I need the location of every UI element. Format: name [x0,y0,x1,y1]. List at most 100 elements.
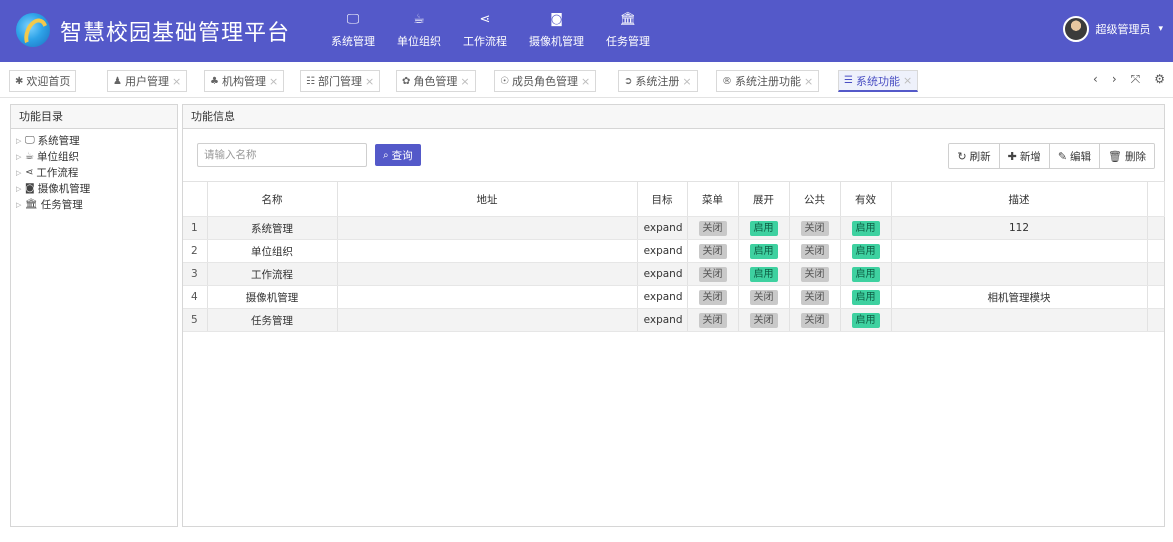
row-filler [1147,285,1164,309]
sign-in-icon: ➲ [624,75,633,87]
row-number: 3 [183,262,208,286]
chevron-left-icon[interactable]: ‹ [1093,72,1098,87]
top-nav-label: 系统管理 [331,35,375,48]
caret-right-icon[interactable]: ▷ [16,133,25,149]
close-icon[interactable]: × [804,75,813,88]
search-row: ⌕ 查询 [197,143,421,167]
tree-node-system[interactable]: ▷ 🖵 系统管理 [11,133,177,149]
column-header[interactable]: 菜单 [687,181,739,217]
tab-label: 欢迎首页 [26,75,71,88]
caret-right-icon[interactable]: ▷ [16,181,25,197]
tab-system-registration-function[interactable]: ® 系统注册功能 × [716,70,820,92]
tab-user-management[interactable]: ♟ 用户管理 × [107,70,188,92]
table-row[interactable]: 5 任务管理 expand 关闭 关闭 关闭 启用 [183,308,1164,332]
edit-icon: ✎ [1057,149,1068,163]
tree-node-task[interactable]: ▷ 🏛 任务管理 [11,197,177,213]
trash-icon: 🗑 [1108,149,1122,163]
top-nav-item-task[interactable]: 🏛 任务管理 [595,0,661,62]
logo-icon [16,13,50,47]
top-nav: 🖵 系统管理 ☕ 单位组织 ⋖ 工作流程 ◙ 摄像机管理 🏛 任务管理 [320,0,661,62]
refresh-button[interactable]: ↻ 刷新 [949,144,1000,168]
gear-icon[interactable]: ⚙ [1154,72,1165,87]
column-header[interactable]: 公共 [789,181,841,217]
column-header[interactable]: 名称 [207,181,338,217]
status-badge: 关闭 [800,243,829,259]
tab-institution-management[interactable]: ♣ 机构管理 × [204,70,285,92]
cell-target: expand [637,262,688,286]
table-header-row: 名称 地址 目标 菜单 展开 公共 有效 描述 [183,181,1165,217]
user-menu[interactable]: 超级管理员 ▾ [1063,16,1163,42]
close-icon[interactable]: × [581,75,590,88]
cell-valid: 启用 [840,285,892,309]
status-badge: 启用 [749,220,778,236]
tab-bar: ✱ 欢迎首页 ♟ 用户管理 × ♣ 机构管理 × ☷ 部门管理 × ✿ 角色管理… [0,62,1173,98]
close-icon[interactable]: × [172,75,181,88]
close-icon[interactable]: × [682,75,691,88]
cell-name: 摄像机管理 [207,285,338,309]
column-header[interactable]: 有效 [840,181,892,217]
tree-node-camera[interactable]: ▷ ◙ 摄像机管理 [11,181,177,197]
fullscreen-icon[interactable]: ⤧ [1131,72,1141,87]
chevron-right-icon[interactable]: › [1112,72,1117,87]
caret-right-icon[interactable]: ▷ [16,165,25,181]
row-number: 4 [183,285,208,309]
tree-node-org[interactable]: ▷ ☕ 单位组织 [11,149,177,165]
list-icon: ☷ [306,75,315,87]
top-nav-item-camera[interactable]: ◙ 摄像机管理 [518,0,595,62]
column-header[interactable]: 展开 [738,181,790,217]
query-button-label: 查询 [391,149,413,162]
caret-right-icon[interactable]: ▷ [16,197,25,213]
registered-icon: ® [722,75,732,87]
table-row[interactable]: 3 工作流程 expand 关闭 启用 关闭 启用 [183,262,1164,286]
function-directory-panel: 功能目录 ▷ 🖵 系统管理 ▷ ☕ 单位组织 ▷ ⋖ 工作流程 ▷ ◙ 摄像机管… [10,104,178,527]
add-button[interactable]: ✚ 新增 [999,144,1050,168]
cell-description [891,262,1148,286]
caret-right-icon[interactable]: ▷ [16,149,25,165]
top-nav-label: 任务管理 [606,35,650,48]
tab-welcome[interactable]: ✱ 欢迎首页 [9,70,77,92]
close-icon[interactable]: × [460,75,469,88]
tab-department-management[interactable]: ☷ 部门管理 × [300,70,381,92]
tree-node-workflow[interactable]: ▷ ⋖ 工作流程 [11,165,177,181]
table-row[interactable]: 2 单位组织 expand 关闭 启用 关闭 启用 [183,239,1164,263]
delete-button[interactable]: 🗑 删除 [1100,144,1154,168]
cell-target: expand [637,239,688,263]
cell-expand: 启用 [738,239,790,263]
top-nav-item-org[interactable]: ☕ 单位组织 [386,0,452,62]
home-icon: ✱ [15,75,24,87]
top-nav-label: 工作流程 [463,35,507,48]
edit-button[interactable]: ✎ 编辑 [1049,144,1101,168]
cell-target: expand [637,216,688,240]
table-row[interactable]: 4 摄像机管理 expand 关闭 关闭 关闭 启用 相机管理模块 [183,285,1164,309]
top-nav-item-system[interactable]: 🖵 系统管理 [320,0,386,62]
query-button[interactable]: ⌕ 查询 [375,144,421,166]
search-input[interactable] [197,143,367,167]
monitor-icon: 🖵 [346,12,360,27]
tab-system-registration[interactable]: ➲ 系统注册 × [618,70,698,92]
top-nav-item-workflow[interactable]: ⋖ 工作流程 [452,0,518,62]
monitor-icon: 🖵 [25,135,35,146]
cell-name: 工作流程 [207,262,338,286]
close-icon[interactable]: × [365,75,374,88]
share-icon: ⋖ [25,167,34,178]
top-nav-label: 摄像机管理 [529,35,584,48]
paw-icon: ✿ [402,75,411,87]
avatar [1063,16,1090,42]
cell-public: 关闭 [789,285,841,309]
tab-member-role-management[interactable]: ☉ 成员角色管理 × [494,70,597,92]
column-header[interactable]: 描述 [891,181,1148,217]
column-header[interactable]: 目标 [637,181,688,217]
close-icon[interactable]: × [903,74,912,87]
tab-label: 系统注册功能 [735,75,801,88]
cell-name: 系统管理 [207,216,338,240]
table-row[interactable]: 1 系统管理 expand 关闭 启用 关闭 启用 112 [183,216,1164,240]
close-icon[interactable]: × [269,75,278,88]
status-badge: 关闭 [698,289,727,305]
plus-icon: ✚ [1007,149,1017,163]
column-header[interactable]: 地址 [337,181,638,217]
scrollbar-gutter [1147,181,1165,217]
tab-label: 用户管理 [124,75,169,88]
tab-system-function[interactable]: ☰ 系统功能 × [838,70,919,92]
cell-expand: 关闭 [738,308,790,332]
tab-role-management[interactable]: ✿ 角色管理 × [396,70,476,92]
